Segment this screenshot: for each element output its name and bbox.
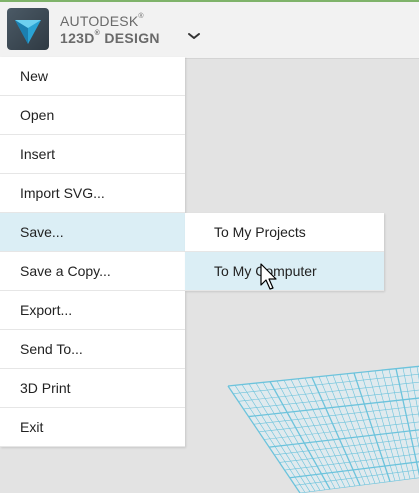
menu-item-import-svg[interactable]: Import SVG... bbox=[0, 174, 185, 213]
menu-item-insert[interactable]: Insert bbox=[0, 135, 185, 174]
chevron-down-icon[interactable] bbox=[187, 28, 201, 39]
brand-line1: AUTODESK bbox=[60, 13, 139, 29]
registered-mark: ® bbox=[138, 13, 144, 20]
registered-mark-2: ® bbox=[94, 30, 101, 37]
autodesk-123d-logo-icon[interactable] bbox=[7, 8, 49, 50]
menu-item-new[interactable]: New bbox=[0, 57, 185, 96]
app-header: AUTODESK® 123D® DESIGN bbox=[0, 2, 419, 59]
brand-wordmark: AUTODESK® 123D® DESIGN bbox=[60, 13, 160, 46]
menu-item-export[interactable]: Export... bbox=[0, 291, 185, 330]
brand-product: 123D bbox=[60, 30, 95, 46]
menu-item-send-to[interactable]: Send To... bbox=[0, 330, 185, 369]
brand-product-suffix: DESIGN bbox=[104, 30, 160, 46]
menu-item-save-a-copy[interactable]: Save a Copy... bbox=[0, 252, 185, 291]
mouse-pointer-icon bbox=[260, 263, 280, 291]
menu-item-3d-print[interactable]: 3D Print bbox=[0, 369, 185, 408]
submenu-item-to-my-computer[interactable]: To My Computer bbox=[185, 252, 384, 291]
menu-item-save[interactable]: Save... bbox=[0, 213, 185, 252]
file-menu: New Open Insert Import SVG... Save... Sa… bbox=[0, 57, 185, 447]
menu-item-exit[interactable]: Exit bbox=[0, 408, 185, 447]
menu-item-open[interactable]: Open bbox=[0, 96, 185, 135]
submenu-item-to-my-projects[interactable]: To My Projects bbox=[185, 213, 384, 252]
save-submenu: To My Projects To My Computer bbox=[185, 213, 384, 291]
